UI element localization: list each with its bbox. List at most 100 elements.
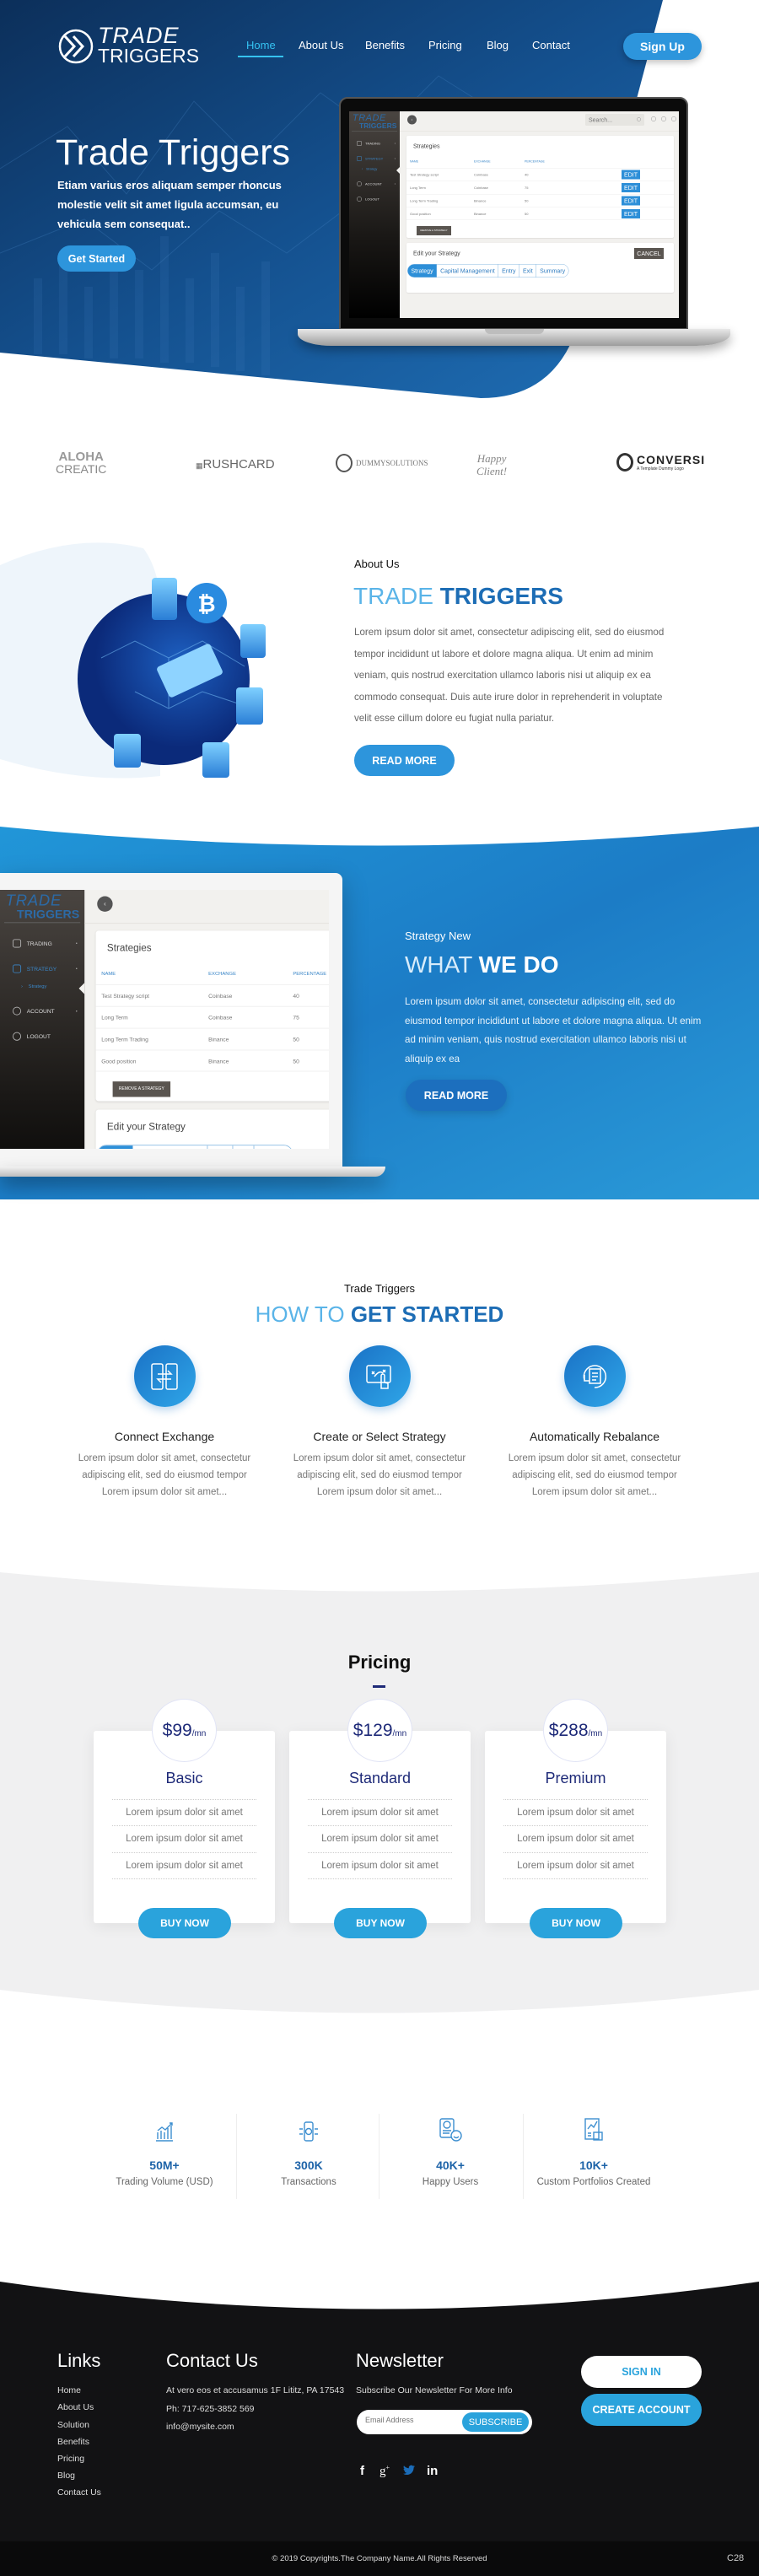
cell: Binance — [474, 199, 487, 203]
tab-summary[interactable]: Summary — [536, 264, 568, 278]
price-badge: $129/mn — [347, 1699, 412, 1762]
about-read-more-button[interactable]: READ MORE — [354, 745, 455, 776]
nav-about-us[interactable]: About Us — [299, 39, 343, 51]
tab-summary[interactable]: Summary — [253, 1145, 293, 1149]
footer-link-benefits[interactable]: Benefits — [57, 2437, 89, 2447]
footer-email[interactable]: info@mysite.com — [166, 2422, 234, 2432]
email-input[interactable] — [365, 2416, 458, 2424]
footer-sign-in-button[interactable]: SIGN IN — [581, 2356, 702, 2388]
logo[interactable]: TRADE TRIGGERS — [57, 23, 199, 67]
price-period: /mn — [588, 1729, 603, 1738]
strategy-icon — [357, 156, 362, 161]
plan-feature: Lorem ipsum dolor sit amet — [503, 1799, 648, 1825]
remove-strategy-button[interactable]: REMOVE A STRATEGY — [112, 1081, 171, 1097]
nav-benefits[interactable]: Benefits — [365, 39, 405, 51]
buy-now-button[interactable]: BUY NOW — [138, 1908, 231, 1938]
tab-entry[interactable]: Entry — [498, 264, 519, 278]
table-row: Good position Binance 50 EDIT — [406, 207, 674, 220]
cell: Test Strategy script — [410, 173, 439, 177]
app-menu-account[interactable]: ACCOUNT • — [13, 1006, 80, 1016]
cell: 50 — [293, 1058, 299, 1065]
nav-pricing[interactable]: Pricing — [428, 39, 462, 51]
footer-newsletter-title: Newsletter — [356, 2350, 444, 2371]
footer-create-account-button[interactable]: CREATE ACCOUNT — [581, 2394, 702, 2426]
pricing-title-dash — [373, 1685, 385, 1688]
tab-exit[interactable]: Exit — [519, 264, 536, 278]
partner-text: Client! — [476, 465, 508, 477]
tab-capital-management[interactable]: Capital Management — [436, 264, 498, 278]
app-menu-trading[interactable]: TRADING • — [357, 141, 397, 146]
app-menu-trading[interactable]: TRADING • — [13, 939, 80, 948]
bar-chart-icon — [156, 2122, 173, 2142]
footer-link-blog[interactable]: Blog — [57, 2471, 75, 2481]
get-started-button[interactable]: Get Started — [57, 245, 136, 272]
app-menu-label: LOGOUT — [365, 197, 380, 202]
settings-icon[interactable] — [671, 116, 676, 121]
edit-button[interactable]: EDIT — [622, 183, 640, 192]
buy-now-button[interactable]: BUY NOW — [530, 1908, 622, 1938]
app-menu-strategy[interactable]: STRATEGY • — [13, 964, 80, 973]
footer-link-solution[interactable]: Solution — [57, 2420, 89, 2430]
about-title-bold: TRIGGERS — [439, 583, 563, 609]
app-search-input[interactable]: Search... — [585, 114, 644, 126]
tab-strategy[interactable]: Strategy — [407, 264, 437, 278]
cell: Coinbase — [474, 186, 488, 191]
app-menu-label: STRATEGY — [26, 965, 57, 973]
price-value: $288 — [548, 1720, 589, 1740]
what-we-do-eyebrow: Strategy New — [405, 930, 471, 942]
back-icon[interactable]: ‹ — [97, 896, 113, 912]
google-plus-icon[interactable]: g+ — [380, 2464, 390, 2479]
how-to-title-light: HOW TO — [255, 1301, 345, 1327]
cell: Coinbase — [208, 1014, 233, 1021]
remove-strategy-button[interactable]: REMOVE A STRATEGY — [417, 226, 451, 235]
chevron-icon: • — [394, 182, 396, 186]
footer-link-pricing[interactable]: Pricing — [57, 2454, 84, 2464]
plan-feature: Lorem ipsum dolor sit amet — [308, 1825, 452, 1851]
power-icon — [13, 1032, 22, 1041]
app-menu-strategy[interactable]: STRATEGY • — [357, 156, 397, 161]
about-illustration: ₿ — [0, 542, 266, 779]
edit-button[interactable]: EDIT — [622, 209, 640, 218]
plan-feature: Lorem ipsum dolor sit amet — [112, 1852, 256, 1878]
search-icon[interactable] — [637, 117, 641, 121]
facebook-icon[interactable]: f — [360, 2464, 364, 2478]
tab-capital-management[interactable]: Capital Management — [132, 1145, 207, 1149]
app-menu-account[interactable]: ACCOUNT • — [357, 181, 397, 186]
user-icon — [357, 181, 362, 186]
subscribe-button[interactable]: SUBSCRIBE — [462, 2412, 529, 2432]
tab-exit[interactable]: Exit — [232, 1145, 253, 1149]
nav-blog[interactable]: Blog — [487, 39, 509, 51]
feature-divider — [503, 1878, 648, 1879]
linkedin-icon[interactable]: in — [427, 2464, 438, 2478]
app-dashboard-mockup: TRADE TRIGGERS TRADING • STRATEGY • › Strat… — [349, 111, 679, 318]
what-we-do-read-more-button[interactable]: READ MORE — [406, 1080, 507, 1111]
edit-button[interactable]: EDIT — [622, 196, 640, 206]
chevron-icon: • — [75, 1008, 78, 1014]
footer-phone: Ph: 717-625-3852 569 — [166, 2404, 255, 2414]
footer-link-home[interactable]: Home — [57, 2385, 81, 2395]
sign-up-button[interactable]: Sign Up — [623, 33, 702, 60]
tab-entry[interactable]: Entry — [207, 1145, 232, 1149]
tab-strategy[interactable]: Strategy — [98, 1145, 133, 1149]
app-logo: TRADE TRIGGERS — [353, 113, 396, 130]
about-title-light: TRADE — [353, 583, 433, 609]
stat-trading-volume: 50M+ Trading Volume (USD) — [93, 2114, 236, 2187]
nav-home[interactable]: Home — [246, 39, 276, 51]
twitter-icon[interactable] — [403, 2465, 415, 2479]
footer-link-contact-us[interactable]: Contact Us — [57, 2487, 101, 2498]
user-menu-icon[interactable] — [661, 116, 666, 121]
notification-icon[interactable] — [651, 116, 656, 121]
app-menu-logout[interactable]: LOGOUT — [13, 1032, 80, 1041]
partner-text: ALOHA — [58, 450, 104, 464]
cell: Long Term Trading — [101, 1036, 148, 1043]
edit-button[interactable]: EDIT — [622, 170, 640, 180]
what-we-do-title-bold: WE DO — [478, 951, 559, 978]
back-icon[interactable]: ‹ — [407, 115, 417, 125]
cancel-button[interactable]: CANCEL — [634, 248, 664, 259]
buy-now-button[interactable]: BUY NOW — [334, 1908, 427, 1938]
footer-link-about-us[interactable]: About Us — [57, 2402, 94, 2412]
strategies-card: Strategies NAME EXCHANGE PERCENTAGE Test… — [406, 136, 674, 238]
app-menu-logout[interactable]: LOGOUT — [357, 197, 397, 202]
nav-contact[interactable]: Contact — [532, 39, 570, 51]
price-period: /mn — [191, 1729, 207, 1738]
